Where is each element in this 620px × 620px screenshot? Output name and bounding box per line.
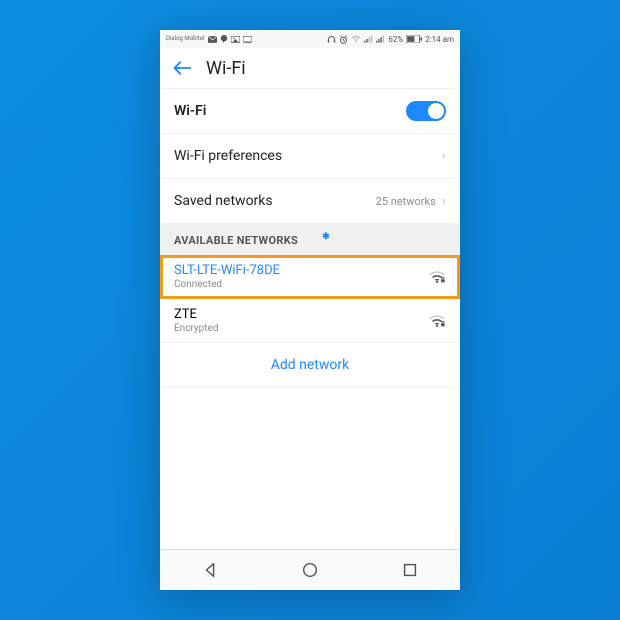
network-item[interactable]: ZTE Encrypted bbox=[160, 299, 460, 343]
status-bar: Dialog Mobitel 62% 2:14 am bbox=[160, 30, 460, 48]
network-status: Encrypted bbox=[174, 323, 218, 334]
add-network-button[interactable]: Add network bbox=[160, 343, 460, 388]
clock: 2:14 am bbox=[425, 35, 454, 44]
network-status: Connected bbox=[174, 279, 280, 290]
android-nav-bar bbox=[160, 549, 460, 590]
wifi-signal-lock-icon bbox=[428, 270, 446, 284]
mail-icon bbox=[208, 36, 217, 43]
nav-back-icon[interactable] bbox=[201, 561, 219, 579]
available-networks-header: AVAILABLE NETWORKS ✱ bbox=[160, 224, 460, 255]
page-title: Wi-Fi bbox=[206, 58, 246, 79]
wifi-preferences-label: Wi-Fi preferences bbox=[174, 148, 282, 164]
image-icon bbox=[231, 36, 240, 43]
signal-icon-1 bbox=[364, 35, 373, 43]
wifi-toggle-row[interactable]: Wi-Fi bbox=[160, 89, 460, 134]
saved-networks-row[interactable]: Saved networks 25 networks › bbox=[160, 179, 460, 224]
section-title: AVAILABLE NETWORKS bbox=[174, 234, 298, 247]
wifi-toggle[interactable] bbox=[406, 101, 446, 121]
wifi-preferences-row[interactable]: Wi-Fi preferences › bbox=[160, 134, 460, 179]
chat-icon bbox=[220, 35, 228, 43]
signal-icon-2 bbox=[376, 35, 385, 43]
screen-icon bbox=[243, 36, 252, 43]
alarm-icon bbox=[339, 35, 348, 44]
carrier-label: Dialog Mobitel bbox=[166, 36, 205, 42]
chevron-right-icon: › bbox=[442, 149, 446, 163]
saved-networks-label: Saved networks bbox=[174, 193, 273, 209]
nav-recent-icon[interactable] bbox=[401, 561, 419, 579]
wifi-signal-lock-icon bbox=[428, 314, 446, 328]
header: Wi-Fi bbox=[160, 48, 460, 89]
add-network-label: Add network bbox=[271, 357, 349, 373]
saved-networks-count: 25 networks bbox=[376, 195, 436, 208]
battery-pct: 62% bbox=[388, 35, 403, 44]
network-item-connected[interactable]: SLT-LTE-WiFi-78DE Connected bbox=[160, 255, 460, 299]
back-icon[interactable] bbox=[172, 60, 192, 76]
wifi-toggle-label: Wi-Fi bbox=[174, 103, 206, 119]
phone-frame: Dialog Mobitel 62% 2:14 am Wi-Fi bbox=[160, 30, 460, 590]
network-name: SLT-LTE-WiFi-78DE bbox=[174, 263, 280, 278]
chevron-right-icon: › bbox=[442, 194, 446, 208]
nav-home-icon[interactable] bbox=[301, 561, 319, 579]
wifi-status-icon bbox=[351, 35, 361, 43]
refresh-icon[interactable]: ✱ bbox=[322, 232, 330, 242]
battery-icon bbox=[406, 35, 422, 43]
headset-icon bbox=[327, 35, 336, 44]
network-name: ZTE bbox=[174, 307, 218, 322]
